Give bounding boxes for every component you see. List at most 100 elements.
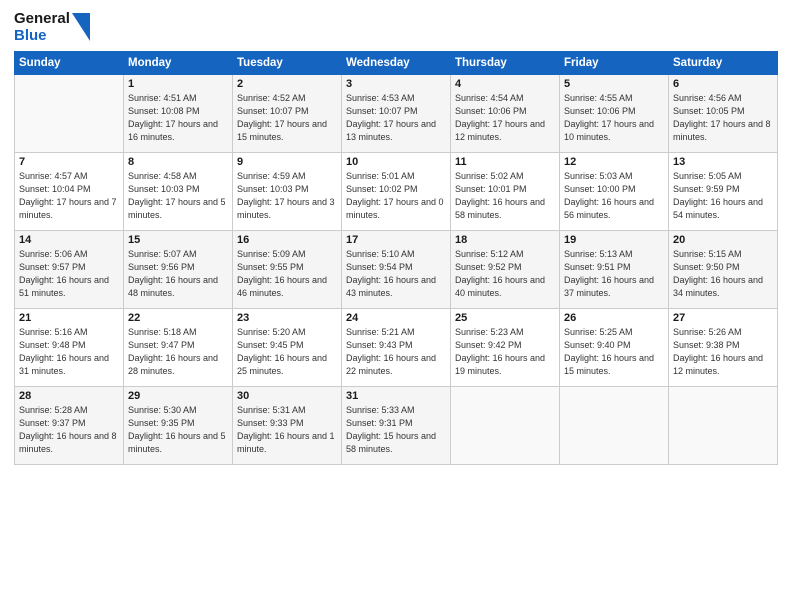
day-number: 22 [128,312,228,324]
day-info: Sunrise: 5:15 AM Sunset: 9:50 PM Dayligh… [673,248,773,300]
day-cell: 2 Sunrise: 4:52 AM Sunset: 10:07 PM Dayli… [233,74,342,152]
day-cell: 11Sunrise: 5:02 AM Sunset: 10:01 PM Dayl… [451,152,560,230]
day-number: 3 [346,78,446,90]
day-info: Sunrise: 5:03 AM Sunset: 10:00 PM Daylig… [564,170,664,222]
day-info: Sunrise: 4:58 AM Sunset: 10:03 PM Daylig… [128,170,228,222]
day-info: Sunrise: 4:59 AM Sunset: 10:03 PM Daylig… [237,170,337,222]
day-cell: 16 Sunrise: 5:09 AM Sunset: 9:55 PM Dayli… [233,230,342,308]
day-cell: 23 Sunrise: 5:20 AM Sunset: 9:45 PM Dayli… [233,308,342,386]
day-cell: 1 Sunrise: 4:51 AM Sunset: 10:08 PM Dayli… [124,74,233,152]
day-cell: 13 Sunrise: 5:05 AM Sunset: 9:59 PM Dayli… [669,152,778,230]
column-header-tuesday: Tuesday [233,51,342,74]
day-info: Sunrise: 5:33 AM Sunset: 9:31 PM Dayligh… [346,404,446,456]
day-info: Sunrise: 4:56 AM Sunset: 10:05 PM Daylig… [673,92,773,144]
day-info: Sunrise: 5:09 AM Sunset: 9:55 PM Dayligh… [237,248,337,300]
day-number: 29 [128,390,228,402]
day-number: 21 [19,312,119,324]
day-info: Sunrise: 5:10 AM Sunset: 9:54 PM Dayligh… [346,248,446,300]
day-number: 31 [346,390,446,402]
day-number: 19 [564,234,664,246]
day-cell: 14 Sunrise: 5:06 AM Sunset: 9:57 PM Dayli… [15,230,124,308]
day-info: Sunrise: 4:51 AM Sunset: 10:08 PM Daylig… [128,92,228,144]
day-number: 14 [19,234,119,246]
day-cell: 29Sunrise: 5:30 AM Sunset: 9:35 PM Dayli… [124,386,233,464]
day-number: 6 [673,78,773,90]
day-number: 30 [237,390,337,402]
week-row-4: 21 Sunrise: 5:16 AM Sunset: 9:48 PM Dayli… [15,308,778,386]
day-cell: 5 Sunrise: 4:55 AM Sunset: 10:06 PM Dayli… [560,74,669,152]
logo-blue: Blue [14,27,70,44]
day-info: Sunrise: 4:57 AM Sunset: 10:04 PM Daylig… [19,170,119,222]
day-number: 26 [564,312,664,324]
day-cell: 27 Sunrise: 5:26 AM Sunset: 9:38 PM Dayli… [669,308,778,386]
day-cell: 9 Sunrise: 4:59 AM Sunset: 10:03 PM Dayli… [233,152,342,230]
day-number: 1 [128,78,228,90]
column-header-thursday: Thursday [451,51,560,74]
logo: General Blue [14,10,90,45]
day-info: Sunrise: 5:20 AM Sunset: 9:45 PM Dayligh… [237,326,337,378]
day-cell: 12 Sunrise: 5:03 AM Sunset: 10:00 PM Dayl… [560,152,669,230]
day-number: 28 [19,390,119,402]
day-cell: 3Sunrise: 4:53 AM Sunset: 10:07 PM Dayli… [342,74,451,152]
day-info: Sunrise: 5:02 AM Sunset: 10:01 PM Daylig… [455,170,555,222]
day-number: 17 [346,234,446,246]
day-info: Sunrise: 5:16 AM Sunset: 9:48 PM Dayligh… [19,326,119,378]
day-info: Sunrise: 5:06 AM Sunset: 9:57 PM Dayligh… [19,248,119,300]
day-info: Sunrise: 5:07 AM Sunset: 9:56 PM Dayligh… [128,248,228,300]
day-cell: 4Sunrise: 4:54 AM Sunset: 10:06 PM Dayli… [451,74,560,152]
day-number: 2 [237,78,337,90]
column-header-sunday: Sunday [15,51,124,74]
day-info: Sunrise: 5:25 AM Sunset: 9:40 PM Dayligh… [564,326,664,378]
day-number: 8 [128,156,228,168]
day-info: Sunrise: 4:52 AM Sunset: 10:07 PM Daylig… [237,92,337,144]
day-cell [451,386,560,464]
day-number: 27 [673,312,773,324]
day-cell: 22 Sunrise: 5:18 AM Sunset: 9:47 PM Dayli… [124,308,233,386]
column-header-wednesday: Wednesday [342,51,451,74]
day-info: Sunrise: 5:05 AM Sunset: 9:59 PM Dayligh… [673,170,773,222]
day-cell [15,74,124,152]
day-number: 5 [564,78,664,90]
header: General Blue [14,10,778,45]
day-cell: 10 Sunrise: 5:01 AM Sunset: 10:02 PM Dayl… [342,152,451,230]
day-number: 7 [19,156,119,168]
week-row-5: 28 Sunrise: 5:28 AM Sunset: 9:37 PM Dayli… [15,386,778,464]
day-cell: 8 Sunrise: 4:58 AM Sunset: 10:03 PM Dayli… [124,152,233,230]
day-cell: 17 Sunrise: 5:10 AM Sunset: 9:54 PM Dayli… [342,230,451,308]
day-cell [560,386,669,464]
day-info: Sunrise: 5:18 AM Sunset: 9:47 PM Dayligh… [128,326,228,378]
column-header-monday: Monday [124,51,233,74]
day-cell: 26 Sunrise: 5:25 AM Sunset: 9:40 PM Dayli… [560,308,669,386]
day-cell: 20Sunrise: 5:15 AM Sunset: 9:50 PM Dayli… [669,230,778,308]
week-row-2: 7 Sunrise: 4:57 AM Sunset: 10:04 PM Dayli… [15,152,778,230]
calendar-page: General Blue SundayMondayTuesdayWednesda… [0,0,792,612]
day-cell: 19 Sunrise: 5:13 AM Sunset: 9:51 PM Dayli… [560,230,669,308]
day-cell: 15 Sunrise: 5:07 AM Sunset: 9:56 PM Dayli… [124,230,233,308]
day-number: 12 [564,156,664,168]
week-row-3: 14 Sunrise: 5:06 AM Sunset: 9:57 PM Dayli… [15,230,778,308]
day-number: 16 [237,234,337,246]
day-number: 18 [455,234,555,246]
day-cell: 21 Sunrise: 5:16 AM Sunset: 9:48 PM Dayli… [15,308,124,386]
column-header-friday: Friday [560,51,669,74]
day-info: Sunrise: 4:55 AM Sunset: 10:06 PM Daylig… [564,92,664,144]
day-info: Sunrise: 4:54 AM Sunset: 10:06 PM Daylig… [455,92,555,144]
day-number: 9 [237,156,337,168]
day-info: Sunrise: 5:21 AM Sunset: 9:43 PM Dayligh… [346,326,446,378]
column-header-saturday: Saturday [669,51,778,74]
day-number: 13 [673,156,773,168]
day-number: 23 [237,312,337,324]
day-cell [669,386,778,464]
day-cell: 7 Sunrise: 4:57 AM Sunset: 10:04 PM Dayli… [15,152,124,230]
day-number: 10 [346,156,446,168]
day-info: Sunrise: 5:13 AM Sunset: 9:51 PM Dayligh… [564,248,664,300]
day-cell: 28 Sunrise: 5:28 AM Sunset: 9:37 PM Dayli… [15,386,124,464]
day-info: Sunrise: 5:26 AM Sunset: 9:38 PM Dayligh… [673,326,773,378]
day-number: 24 [346,312,446,324]
day-cell: 6 Sunrise: 4:56 AM Sunset: 10:05 PM Dayli… [669,74,778,152]
day-info: Sunrise: 5:31 AM Sunset: 9:33 PM Dayligh… [237,404,337,456]
day-cell: 25Sunrise: 5:23 AM Sunset: 9:42 PM Dayli… [451,308,560,386]
day-info: Sunrise: 5:01 AM Sunset: 10:02 PM Daylig… [346,170,446,222]
day-info: Sunrise: 5:28 AM Sunset: 9:37 PM Dayligh… [19,404,119,456]
day-number: 15 [128,234,228,246]
